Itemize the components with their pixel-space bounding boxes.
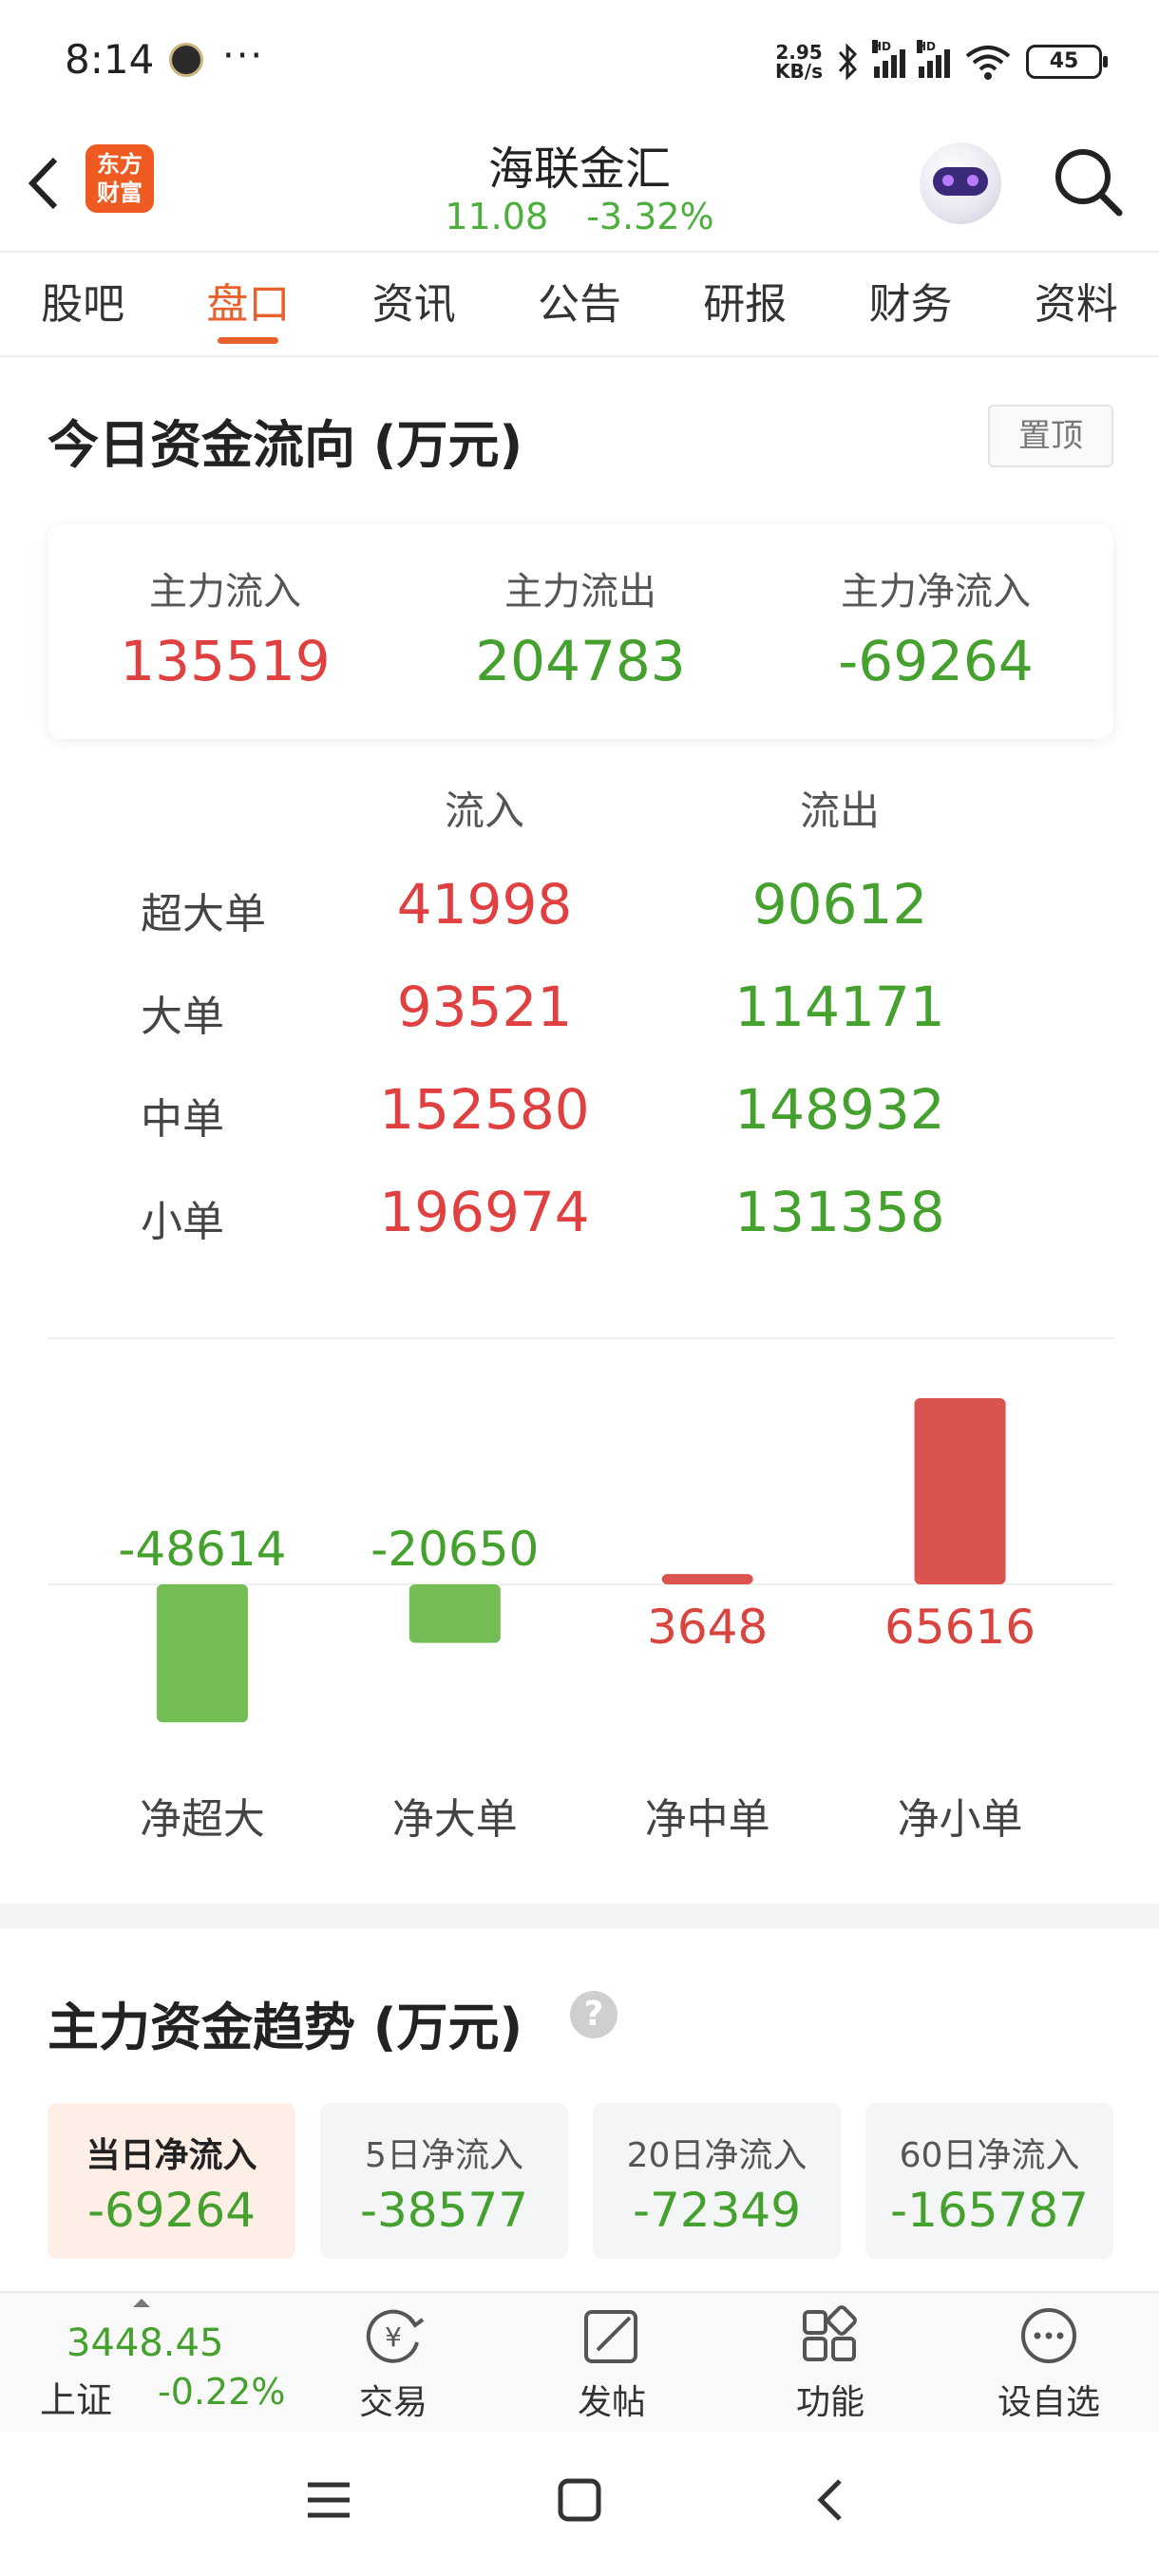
stock-change-pct: -3.32% <box>586 196 714 237</box>
chart-category-label: 净中单 <box>645 1795 770 1844</box>
search-button[interactable] <box>1051 144 1127 220</box>
header-outflow: 流出 <box>799 787 880 834</box>
chart-value-label: -48614 <box>118 1522 286 1577</box>
net-flow-bar-chart: -48614 净超大 -20650 净大单 3648 净中单 65616 净小单 <box>48 1349 1113 1881</box>
divider <box>48 1337 1113 1339</box>
tab-research[interactable]: 研报 <box>662 253 827 355</box>
stock-price: 11.08 <box>445 196 549 237</box>
section-separator <box>0 1904 1159 1928</box>
summary-main-outflow: 主力流出 204783 <box>475 570 686 693</box>
chart-bar <box>408 1584 501 1643</box>
app-notification-icon <box>169 43 203 77</box>
chart-value-label: 65616 <box>884 1600 1036 1655</box>
apps-icon <box>803 2305 857 2361</box>
compose-icon <box>584 2310 637 2363</box>
chart-bar <box>914 1398 1006 1584</box>
bottom-toolbar: 3448.45 上证 -0.22% ¥ 交易 发帖 功能 设自选 <box>0 2291 1159 2432</box>
bluetooth-icon <box>838 43 858 81</box>
tab-guba[interactable]: 股吧 <box>0 253 165 355</box>
index-change: -0.22% <box>158 2371 286 2413</box>
status-bar: 8:14 ··· 2.95 KB/s HD HD 45 <box>0 0 1159 123</box>
table-header: 流入 流出 <box>48 779 1113 864</box>
back-triangle-icon <box>817 2479 842 2521</box>
table-row: 大单 93521 114171 <box>141 975 945 1041</box>
trend-tab-today[interactable]: 当日净流入 -69264 <box>48 2103 295 2259</box>
order-flow-table: 流入 流出 超大单 41998 90612 大单 93521 114171 中单… <box>48 779 1113 1275</box>
fund-flow-title: 今日资金流向 (万元) <box>48 415 523 475</box>
signal-icon: HD <box>917 40 950 78</box>
chart-value-label: -20650 <box>370 1522 539 1577</box>
market-index-ticker[interactable]: 3448.45 上证 -0.22% <box>34 2293 310 2434</box>
more-icon <box>1021 2308 1076 2363</box>
add-to-watchlist-button[interactable]: 设自选 <box>973 2304 1125 2428</box>
back-nav-button[interactable] <box>773 2432 887 2576</box>
net-speed: 2.95 KB/s <box>775 41 823 83</box>
compose-post-button[interactable]: 发帖 <box>536 2304 688 2428</box>
tab-announcements[interactable]: 公告 <box>497 253 662 355</box>
signal-icon: HD <box>872 40 905 78</box>
header-inflow: 流入 <box>444 787 524 834</box>
chart-category-label: 净超大 <box>140 1795 265 1844</box>
tab-finance[interactable]: 财务 <box>827 253 993 355</box>
search-icon <box>1055 149 1123 217</box>
chart-bar <box>661 1574 753 1584</box>
status-indicators: 2.95 KB/s HD HD 45 <box>775 38 1108 85</box>
chart-category-label: 净大单 <box>392 1795 518 1844</box>
system-nav-bar <box>0 2432 1159 2576</box>
tab-profile[interactable]: 资料 <box>994 253 1159 355</box>
ai-assistant-avatar[interactable] <box>920 142 1001 224</box>
trend-title: 主力资金趋势 (万元) <box>48 1998 523 2057</box>
tab-pankou[interactable]: 盘口 <box>165 253 331 355</box>
trend-tab-5d[interactable]: 5日净流入 -38577 <box>320 2103 568 2259</box>
summary-main-inflow: 主力流入 135519 <box>120 570 331 693</box>
wifi-icon <box>965 46 1011 80</box>
functions-button[interactable]: 功能 <box>754 2304 906 2428</box>
home-nav-button[interactable] <box>522 2432 636 2576</box>
chart-category-label: 净小单 <box>898 1795 1023 1844</box>
trade-button[interactable]: ¥ 交易 <box>317 2304 469 2428</box>
pin-to-top-button[interactable]: 置顶 <box>988 405 1113 467</box>
tab-news[interactable]: 资讯 <box>332 253 497 355</box>
table-row: 小单 196974 131358 <box>141 1180 945 1246</box>
chart-value-label: 3648 <box>647 1600 768 1655</box>
question-icon[interactable]: ? <box>570 1991 618 2038</box>
summary-main-net-inflow: 主力净流入 -69264 <box>838 570 1034 693</box>
battery-icon: 45 <box>1026 45 1108 79</box>
index-name: 上证 <box>40 2379 113 2421</box>
table-row: 中单 152580 148932 <box>141 1077 945 1144</box>
trend-tabs: 当日净流入 -69264 5日净流入 -38577 20日净流入 -72349 … <box>48 2103 1113 2259</box>
main-force-summary: 主力流入 135519 主力流出 204783 主力净流入 -69264 <box>48 524 1113 739</box>
trend-tab-60d[interactable]: 60日净流入 -165787 <box>865 2103 1113 2259</box>
stock-header: 东方财富 海联金汇 11.08 -3.32% <box>0 123 1159 251</box>
trend-tab-20d[interactable]: 20日净流入 -72349 <box>593 2103 841 2259</box>
index-value: 3448.45 <box>66 2321 224 2365</box>
menu-nav-button[interactable] <box>272 2432 386 2576</box>
menu-icon <box>308 2482 350 2518</box>
table-row: 超大单 41998 90612 <box>141 872 928 938</box>
net-flow-chart-svg: -48614 净超大 -20650 净大单 3648 净中单 65616 净小单 <box>48 1398 1113 1844</box>
home-square-icon <box>558 2478 601 2522</box>
status-time: 8:14 <box>65 36 155 83</box>
svg-text:¥: ¥ <box>385 2321 402 2353</box>
tab-bar: 股吧 盘口 资讯 公告 研报 财务 资料 <box>0 251 1159 357</box>
chart-bar <box>156 1584 248 1723</box>
trade-icon: ¥ <box>366 2309 425 2363</box>
expand-caret-icon <box>133 2299 150 2307</box>
more-notifications-icon: ··· <box>222 34 265 78</box>
